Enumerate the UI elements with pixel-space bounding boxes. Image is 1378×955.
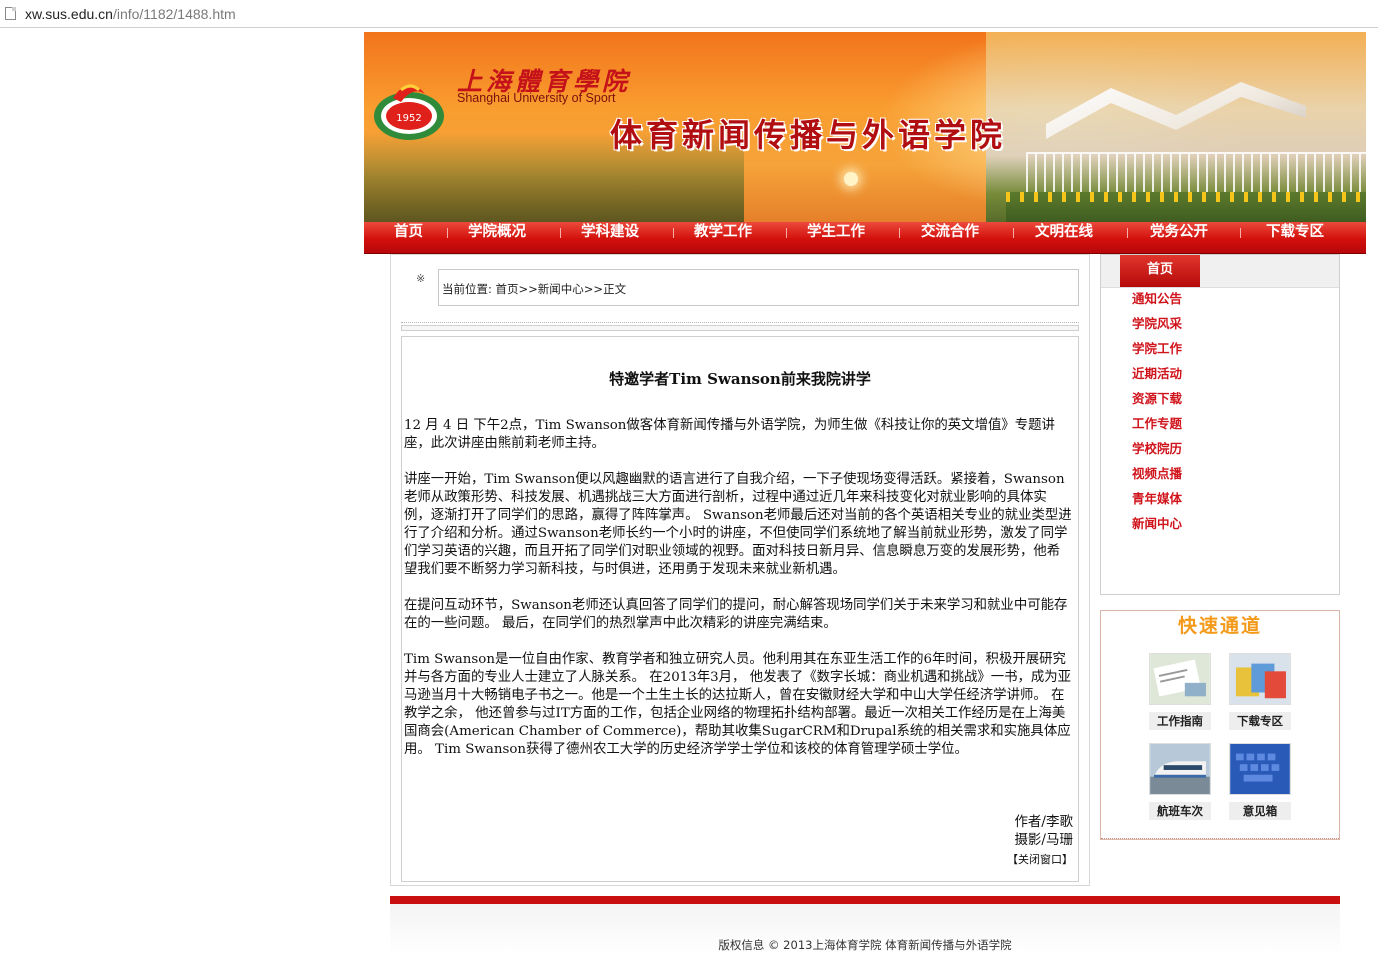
nav-separator (673, 228, 674, 238)
nav-separator (899, 228, 900, 238)
footer-bar (390, 896, 1340, 904)
university-name-en: Shanghai University of Sport (457, 91, 616, 105)
sidebar-item-youth-media[interactable]: 青年媒体 (1132, 490, 1182, 515)
sidebar-item-recent-activities[interactable]: 近期活动 (1132, 365, 1182, 390)
main-nav: 首页 学院概况 学科建设 教学工作 学生工作 交流合作 文明在线 党务公开 下载… (364, 222, 1366, 254)
sidebar-item-video-on-demand[interactable]: 视频点播 (1132, 465, 1182, 490)
keyboard-icon (1229, 743, 1291, 795)
quick-access-panel: 快速通道 工作指南 下载专区 航班车次 意见箱 (1100, 610, 1340, 840)
nav-item-home[interactable]: 首页 (394, 222, 423, 253)
quick-item-downloads[interactable]: 下载专区 (1229, 653, 1291, 730)
article-title: 特邀学者Tim Swanson前来我院讲学 (609, 370, 871, 388)
quick-item-label: 工作指南 (1149, 712, 1211, 730)
quick-item-label: 意见箱 (1229, 802, 1291, 820)
sidebar-item-notices[interactable]: 通知公告 (1132, 290, 1182, 315)
train-icon (1149, 743, 1211, 795)
nav-item-disciplines[interactable]: 学科建设 (581, 222, 639, 253)
banner-flowers (1006, 192, 1366, 222)
article-byline: 作者/李歌 摄影/马珊 (1014, 813, 1073, 849)
banner-fence (1026, 152, 1366, 194)
quick-access-divider (1101, 838, 1339, 839)
divider-bar (401, 325, 1079, 331)
nav-item-student-work[interactable]: 学生工作 (807, 222, 865, 253)
college-title: 体育新闻传播与外语学院 (610, 116, 1007, 154)
university-emblem-icon[interactable]: 1952 (371, 68, 447, 144)
quick-access-title: 快速通道 (1177, 615, 1262, 637)
nav-separator (786, 228, 787, 238)
banner-sun (844, 172, 858, 186)
nav-separator (447, 228, 448, 238)
sidebar-header: 首页 (1101, 255, 1339, 288)
sidebar-item-school-calendar[interactable]: 学校院历 (1132, 440, 1182, 465)
article-paragraph: 在提问互动环节，Swanson老师还认真回答了同学们的提问，耐心解答现场同学们关… (404, 598, 1068, 631)
sidebar-item-work-topics[interactable]: 工作专题 (1132, 415, 1182, 440)
sidebar-item-resource-download[interactable]: 资源下载 (1132, 390, 1182, 415)
nav-item-civility-online[interactable]: 文明在线 (1035, 222, 1093, 253)
nav-item-downloads[interactable]: 下载专区 (1266, 222, 1324, 253)
article-photographer: 摄影/马珊 (1014, 832, 1073, 848)
emblem-year: 1952 (396, 113, 421, 124)
quick-item-label: 航班车次 (1149, 802, 1211, 820)
sidebar-item-college-work[interactable]: 学院工作 (1132, 340, 1182, 365)
sidebar-tab-home[interactable]: 首页 (1120, 255, 1200, 287)
header-banner: 1952 上海體育學院 Shanghai University of Sport… (364, 32, 1366, 222)
nav-separator (1127, 228, 1128, 238)
sidebar-item-college-style[interactable]: 学院风采 (1132, 315, 1182, 340)
sidebar-item-news-center[interactable]: 新闻中心 (1132, 515, 1182, 540)
nav-item-party-affairs[interactable]: 党务公开 (1150, 222, 1208, 253)
url-text[interactable]: xw.sus.edu.cn/info/1182/1488.htm (25, 5, 236, 23)
nav-separator (1013, 228, 1014, 238)
article-body: 12 月 4 日 下午2点，Tim Swanson做客体育新闻传播与外语学院，为… (404, 417, 1072, 777)
article-author: 作者/李歌 (1014, 814, 1073, 830)
sidebar-list: 通知公告 学院风采 学院工作 近期活动 资源下载 工作专题 学校院历 视频点播 … (1132, 290, 1182, 540)
breadcrumb-marker: ※ (416, 272, 426, 285)
quick-item-flights-trains[interactable]: 航班车次 (1149, 743, 1211, 820)
article-paragraph: Tim Swanson是一位自由作家、教育学者和独立研究人员。他利用其在东亚生活… (404, 652, 1072, 757)
page-icon (5, 7, 16, 20)
sidebar-menu: 首页 通知公告 学院风采 学院工作 近期活动 资源下载 工作专题 学校院历 视频… (1100, 254, 1340, 595)
quick-item-label: 下载专区 (1229, 712, 1291, 730)
divider (401, 322, 1079, 323)
footer-copyright: 版权信息 © 2013上海体育学院 体育新闻传播与外语学院 (718, 938, 1012, 952)
download-folders-icon (1229, 653, 1291, 705)
article-paragraph: 讲座一开始，Tim Swanson便以风趣幽默的语言进行了自我介绍，一下子使现场… (404, 472, 1072, 577)
article-paragraph: 12 月 4 日 下午2点，Tim Swanson做客体育新闻传播与外语学院，为… (404, 418, 1055, 451)
browser-address-bar[interactable]: xw.sus.edu.cn/info/1182/1488.htm (0, 0, 1378, 28)
quick-item-suggestion-box[interactable]: 意见箱 (1229, 743, 1291, 820)
nav-item-teaching[interactable]: 教学工作 (694, 222, 752, 253)
nav-separator (560, 228, 561, 238)
breadcrumb: 当前位置: 首页>>新闻中心>>正文 (438, 269, 1079, 306)
nav-item-exchange[interactable]: 交流合作 (921, 222, 979, 253)
nav-separator (1240, 228, 1241, 238)
breadcrumb-text[interactable]: 当前位置: 首页>>新闻中心>>正文 (442, 281, 626, 297)
quick-item-work-guide[interactable]: 工作指南 (1149, 653, 1211, 730)
close-window-link[interactable]: 【关闭窗口】 (1007, 851, 1073, 867)
work-guide-icon (1149, 653, 1211, 705)
nav-item-overview[interactable]: 学院概况 (468, 222, 526, 253)
